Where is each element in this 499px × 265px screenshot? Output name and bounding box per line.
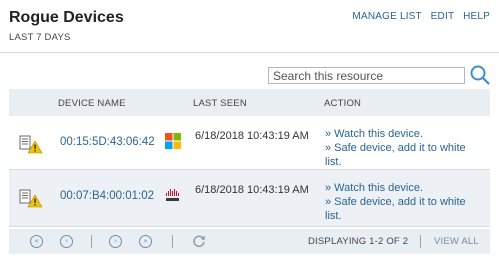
watch-device-link[interactable]: » Watch this device. <box>325 127 485 141</box>
last-page-icon[interactable]: » <box>139 235 152 248</box>
device-warning-icon <box>19 135 43 154</box>
safe-device-link[interactable]: » Safe device, add it to white list. <box>325 195 485 223</box>
help-link[interactable]: HELP <box>463 11 490 22</box>
column-header-device-name: DEVICE NAME <box>58 98 126 109</box>
refresh-icon[interactable] <box>192 234 206 248</box>
watch-device-link[interactable]: » Watch this device. <box>325 181 485 195</box>
rogue-devices-table: DEVICE NAME LAST SEEN ACTION 00:15:5D:43… <box>9 89 490 227</box>
action-links: » Watch this device. » Safe device, add … <box>325 181 485 223</box>
view-all-link[interactable]: VIEW ALL <box>434 236 479 247</box>
last-seen-value: 6/18/2018 10:43:19 AM <box>195 130 309 142</box>
manage-list-link[interactable]: MANAGE LIST <box>352 11 421 22</box>
last-seen-value: 6/18/2018 10:43:19 AM <box>195 184 309 196</box>
resource-header: Rogue Devices LAST 7 DAYS MANAGE LIST ED… <box>0 0 499 53</box>
action-links: » Watch this device. » Safe device, add … <box>325 127 485 169</box>
windows-icon <box>165 133 181 149</box>
header-links: MANAGE LIST EDIT HELP <box>346 11 490 22</box>
table-row: 00:07:B4:00:01:02 6/18/2018 10:43:19 AM … <box>9 170 490 227</box>
resource-title: Rogue Devices <box>9 9 124 26</box>
safe-device-link[interactable]: » Safe device, add it to white list. <box>325 141 485 169</box>
table-row: 00:15:5D:43:06:42 6/18/2018 10:43:19 AM … <box>9 116 490 170</box>
column-header-action: ACTION <box>324 98 362 109</box>
search-icon[interactable] <box>469 64 491 86</box>
device-mac-link[interactable]: 00:15:5D:43:06:42 <box>60 136 155 148</box>
divider <box>172 235 173 248</box>
device-warning-icon <box>19 189 43 208</box>
displaying-count: DISPLAYING 1-2 OF 2 <box>308 236 409 247</box>
pagination-bar: « ‹ › » DISPLAYING 1-2 OF 2 VIEW ALL <box>9 229 490 254</box>
edit-link[interactable]: EDIT <box>431 11 454 22</box>
time-range-label: LAST 7 DAYS <box>9 32 71 43</box>
column-header-last-seen: LAST SEEN <box>193 98 247 109</box>
table-header: DEVICE NAME LAST SEEN ACTION <box>9 89 490 116</box>
divider <box>420 235 421 248</box>
cisco-icon <box>166 189 179 201</box>
first-page-icon[interactable]: « <box>30 235 43 248</box>
previous-page-icon[interactable]: ‹ <box>60 235 73 248</box>
search-input[interactable] <box>268 67 465 84</box>
next-page-icon[interactable]: › <box>109 235 122 248</box>
divider <box>91 235 92 248</box>
device-mac-link[interactable]: 00:07:B4:00:01:02 <box>60 190 154 202</box>
